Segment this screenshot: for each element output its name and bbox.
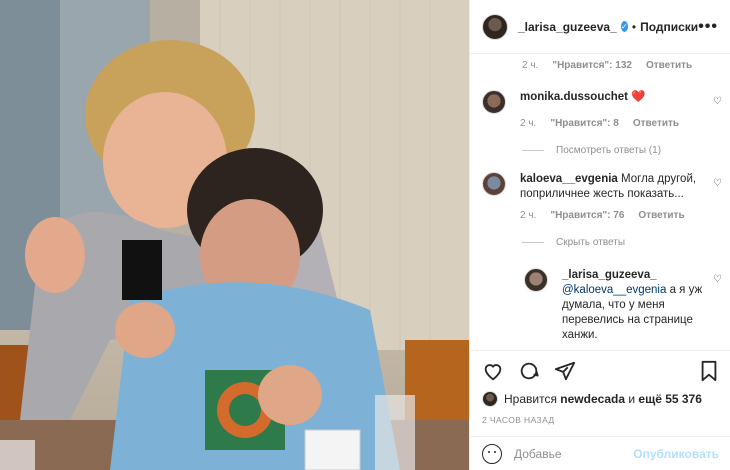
likes-line[interactable]: Нравится newdecada и ещё 55 376 (470, 391, 730, 407)
comment-likes[interactable]: "Нравится": 76 (550, 208, 624, 223)
comment-time: 2 ч. (520, 118, 537, 129)
comment-item: monika.dussouchet ❤️ 2 ч. "Нравится": 8 … (482, 90, 722, 156)
likes-count[interactable]: ещё 55 376 (638, 392, 702, 406)
author-avatar[interactable] (482, 13, 508, 40)
reply-item: _larisa_guzeeva_ @kaloeva__evgenia а я у… (524, 268, 722, 343)
emoji-icon[interactable] (482, 443, 502, 464)
verified-icon: ✓ (620, 21, 628, 32)
post-timestamp[interactable]: 2 ЧАСОВ НАЗАД (470, 407, 730, 433)
post-photo[interactable] (0, 0, 469, 470)
post-actions: Нравится newdecada и ещё 55 376 2 ЧАСОВ … (470, 350, 730, 436)
post-panel: _larisa_guzeeva_ ✓ • Подписки ••• 2 ч. "… (469, 0, 730, 470)
replies-divider (522, 150, 544, 151)
follow-button[interactable]: Подписки (640, 20, 698, 34)
comment-text: ❤️ (631, 91, 646, 103)
photo-illustration (0, 0, 469, 470)
comments-list[interactable]: 2 ч. "Нравится": 132 Ответить monika.dus… (470, 54, 730, 350)
commenter-avatar[interactable] (482, 172, 506, 196)
liker-avatar (482, 391, 498, 407)
post-header: _larisa_guzeeva_ ✓ • Подписки ••• (470, 0, 730, 54)
hide-replies-button[interactable]: Скрыть ответы (522, 237, 722, 248)
comment-composer: Добавье Опубликовать (470, 436, 730, 470)
comment-item: kaloeva__evgenia Могла другой, поприличн… (482, 172, 722, 248)
share-icon[interactable] (554, 360, 576, 382)
author-username[interactable]: _larisa_guzeeva_ (518, 20, 617, 34)
comment-time: 2 ч. (522, 60, 539, 71)
mention-link[interactable]: @kaloeva__evgenia (562, 284, 666, 296)
commenter-username[interactable]: _larisa_guzeeva_ (562, 268, 722, 283)
more-icon[interactable]: ••• (698, 18, 718, 36)
bookmark-icon[interactable] (699, 360, 719, 382)
comment-input[interactable]: Добавье (514, 447, 562, 461)
publish-button[interactable]: Опубликовать (633, 447, 719, 461)
view-replies-label: Посмотреть ответы (1) (556, 145, 662, 156)
comment-like-heart-icon[interactable]: ♡ (713, 274, 722, 285)
comment-likes[interactable]: "Нравится": 8 (550, 116, 619, 131)
view-replies-button[interactable]: Посмотреть ответы (1) (522, 145, 722, 156)
commenter-avatar[interactable] (524, 268, 548, 292)
likes-prefix: Нравится (504, 392, 557, 406)
commenter-username[interactable]: monika.dussouchet (520, 91, 628, 103)
header-separator: • (631, 19, 637, 34)
commenter-username[interactable]: kaloeva__evgenia (520, 173, 618, 185)
comment-time: 2 ч. (520, 210, 537, 221)
hide-replies-label: Скрыть ответы (556, 237, 626, 248)
comment-likes[interactable]: "Нравится": 132 (552, 60, 632, 71)
liker-username[interactable]: newdecada (560, 392, 625, 406)
comment-like-heart-icon[interactable]: ♡ (713, 96, 722, 107)
comment-like-heart-icon[interactable]: ♡ (713, 178, 722, 189)
commenter-avatar[interactable] (482, 90, 506, 114)
reply-button[interactable]: Ответить (646, 60, 692, 71)
action-icons (470, 351, 730, 391)
comment-icon[interactable] (518, 360, 540, 382)
comment-meta-0: 2 ч. "Нравится": 132 Ответить (522, 60, 730, 71)
replies-divider (522, 242, 544, 243)
reply-button[interactable]: Ответить (638, 208, 684, 223)
reply-button[interactable]: Ответить (633, 116, 679, 131)
likes-middle: и (628, 392, 636, 406)
heart-icon[interactable] (482, 360, 504, 382)
